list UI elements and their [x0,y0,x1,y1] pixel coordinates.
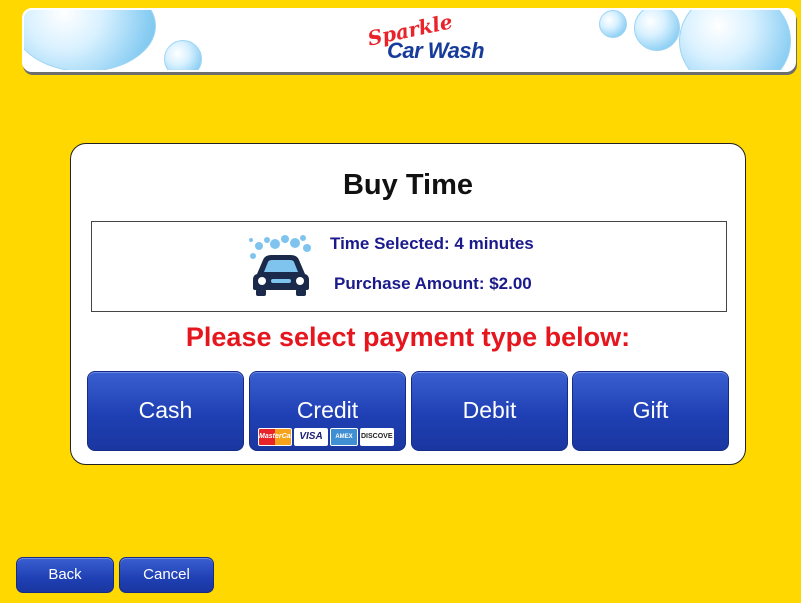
page-title: Buy Time [342,169,473,201]
purchase-amount-text: Purchase Amount: $2.00 [334,274,532,293]
time-selected-text: Time Selected: 4 minutes [330,234,534,253]
bubble-decoration [679,10,791,70]
bubble-decoration [599,10,627,38]
bubble-decoration [164,40,202,70]
discover-logo: DISCOVER [360,428,394,446]
cash-button[interactable]: Cash [87,371,244,451]
amex-logo: AMEX [330,428,358,446]
back-button[interactable]: Back [16,557,114,593]
logo-carwash-text: Car Wash [387,38,485,63]
payment-prompt: Please select payment type below: [185,322,631,352]
debit-button-label: Debit [462,397,517,423]
bubble-decoration [24,10,156,70]
header-banner: Sparkle Car Wash [22,8,796,72]
gift-button[interactable]: Gift [572,371,729,451]
purchase-summary-box: Time Selected: 4 minutes Purchase Amount… [91,221,727,312]
credit-button-label: Credit [296,397,359,423]
cancel-button[interactable]: Cancel [119,557,214,593]
visa-logo: VISA [294,428,328,446]
credit-button[interactable]: Credit MasterCard VISA AMEX DISCOVER [249,371,406,451]
gift-button-label: Gift [632,397,669,423]
cash-button-label: Cash [138,397,193,423]
car-wash-icon [245,234,317,301]
mastercard-logo: MasterCard [258,428,292,446]
card-logos: MasterCard VISA AMEX DISCOVER [258,428,394,448]
bubble-decoration [634,10,680,51]
buy-time-panel: Buy Time Time Selected: 4 minutes Purcha… [70,143,746,465]
debit-button[interactable]: Debit [411,371,568,451]
